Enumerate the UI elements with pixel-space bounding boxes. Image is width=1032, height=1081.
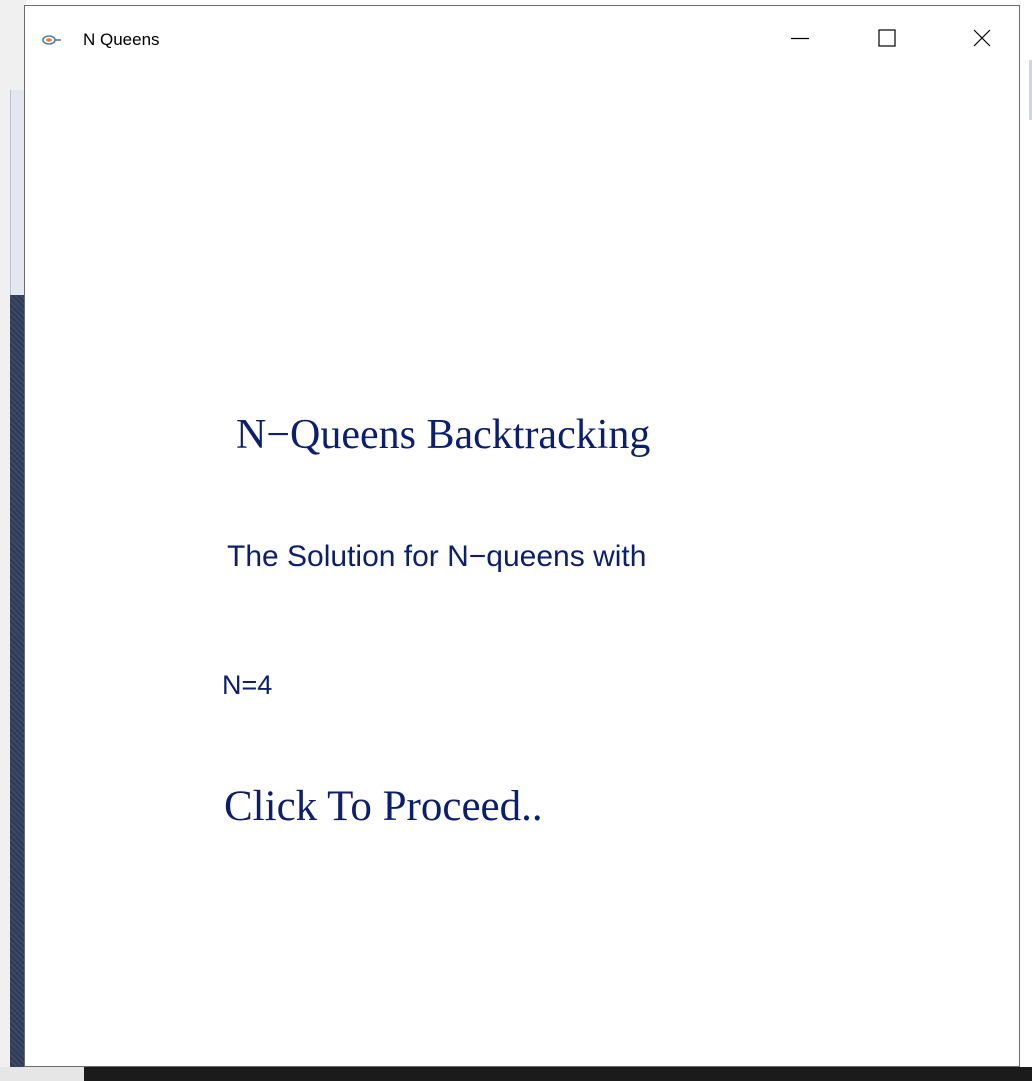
maximize-icon bbox=[877, 28, 897, 48]
solution-description: The Solution for N−queens with bbox=[227, 540, 647, 573]
title-bar[interactable]: N Queens bbox=[25, 6, 1019, 72]
page-title: N−Queens Backtracking bbox=[236, 412, 651, 458]
java-coffee-icon bbox=[42, 33, 62, 45]
n-value-label: N=4 bbox=[222, 670, 273, 700]
minimize-icon bbox=[790, 28, 810, 48]
taskbar-edge-light bbox=[0, 1067, 84, 1081]
proceed-prompt[interactable]: Click To Proceed.. bbox=[224, 782, 543, 831]
window-title: N Queens bbox=[83, 30, 160, 49]
close-icon bbox=[972, 28, 992, 48]
close-button[interactable] bbox=[957, 16, 1007, 60]
minimize-button[interactable] bbox=[775, 16, 825, 60]
taskbar-edge bbox=[0, 1067, 1032, 1081]
n-queens-window: N Queens N−Queens Backtracking The Solut… bbox=[24, 5, 1020, 1067]
maximize-button[interactable] bbox=[862, 16, 912, 60]
window-content[interactable]: N−Queens Backtracking The Solution for N… bbox=[25, 72, 1019, 1066]
